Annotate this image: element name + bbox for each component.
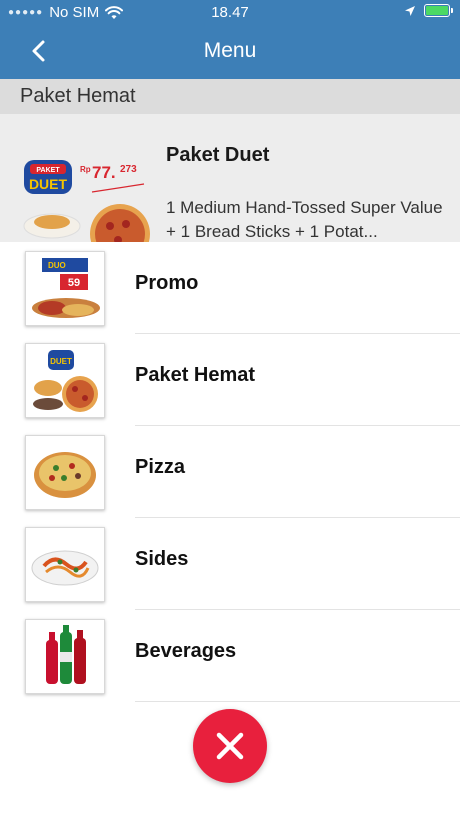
- top-bar: ●●●●● No SIM 18.47 Menu: [0, 0, 460, 79]
- svg-text:59: 59: [68, 277, 80, 289]
- category-row-pizza[interactable]: Pizza: [0, 426, 460, 518]
- nav-bar: Menu: [0, 26, 460, 79]
- page-title: Menu: [203, 39, 257, 62]
- svg-text:77.: 77.: [92, 163, 116, 182]
- svg-text:DUET: DUET: [50, 357, 72, 366]
- beverages-image: [25, 619, 105, 694]
- close-icon: [216, 732, 244, 760]
- category-label: Promo: [135, 272, 199, 294]
- paket-hemat-image: DUET: [25, 343, 105, 418]
- item-name: Paket Duet: [166, 144, 270, 166]
- category-row-paket-hemat[interactable]: DUET Paket Hemat: [0, 334, 460, 426]
- svg-text:PAKET: PAKET: [36, 167, 60, 174]
- item-description: 1 Medium Hand-Tossed Super Value + 1 Bre…: [166, 198, 443, 241]
- row-divider: [135, 701, 460, 702]
- status-right: [404, 4, 453, 17]
- category-label: Paket Hemat: [135, 364, 256, 386]
- location-arrow-icon: [405, 5, 415, 16]
- category-row-promo[interactable]: DUO 59 Promo: [0, 242, 460, 334]
- category-label: Pizza: [135, 456, 186, 478]
- background-menu-item[interactable]: PAKET DUET Rp 77. 273 Paket Duet 1 Mediu…: [0, 114, 460, 242]
- category-label: Beverages: [135, 640, 237, 662]
- battery-icon: [424, 4, 453, 17]
- category-row-beverages[interactable]: Beverages: [0, 610, 460, 702]
- pizza-image: [25, 435, 105, 510]
- category-label: Sides: [135, 548, 189, 570]
- sides-image: [25, 527, 105, 602]
- paket-duet-image: PAKET DUET Rp 77. 273: [23, 160, 150, 242]
- section-header: Paket Hemat: [0, 79, 460, 114]
- status-bar: ●●●●● No SIM 18.47: [0, 0, 460, 26]
- status-time: 18.47: [211, 4, 249, 21]
- svg-text:DUO: DUO: [48, 261, 66, 270]
- svg-text:Rp: Rp: [80, 165, 91, 174]
- svg-text:273: 273: [120, 164, 137, 175]
- promo-image: DUO 59: [25, 251, 105, 326]
- svg-text:DUET: DUET: [29, 176, 68, 192]
- close-button[interactable]: [193, 709, 267, 783]
- category-row-sides[interactable]: Sides: [0, 518, 460, 610]
